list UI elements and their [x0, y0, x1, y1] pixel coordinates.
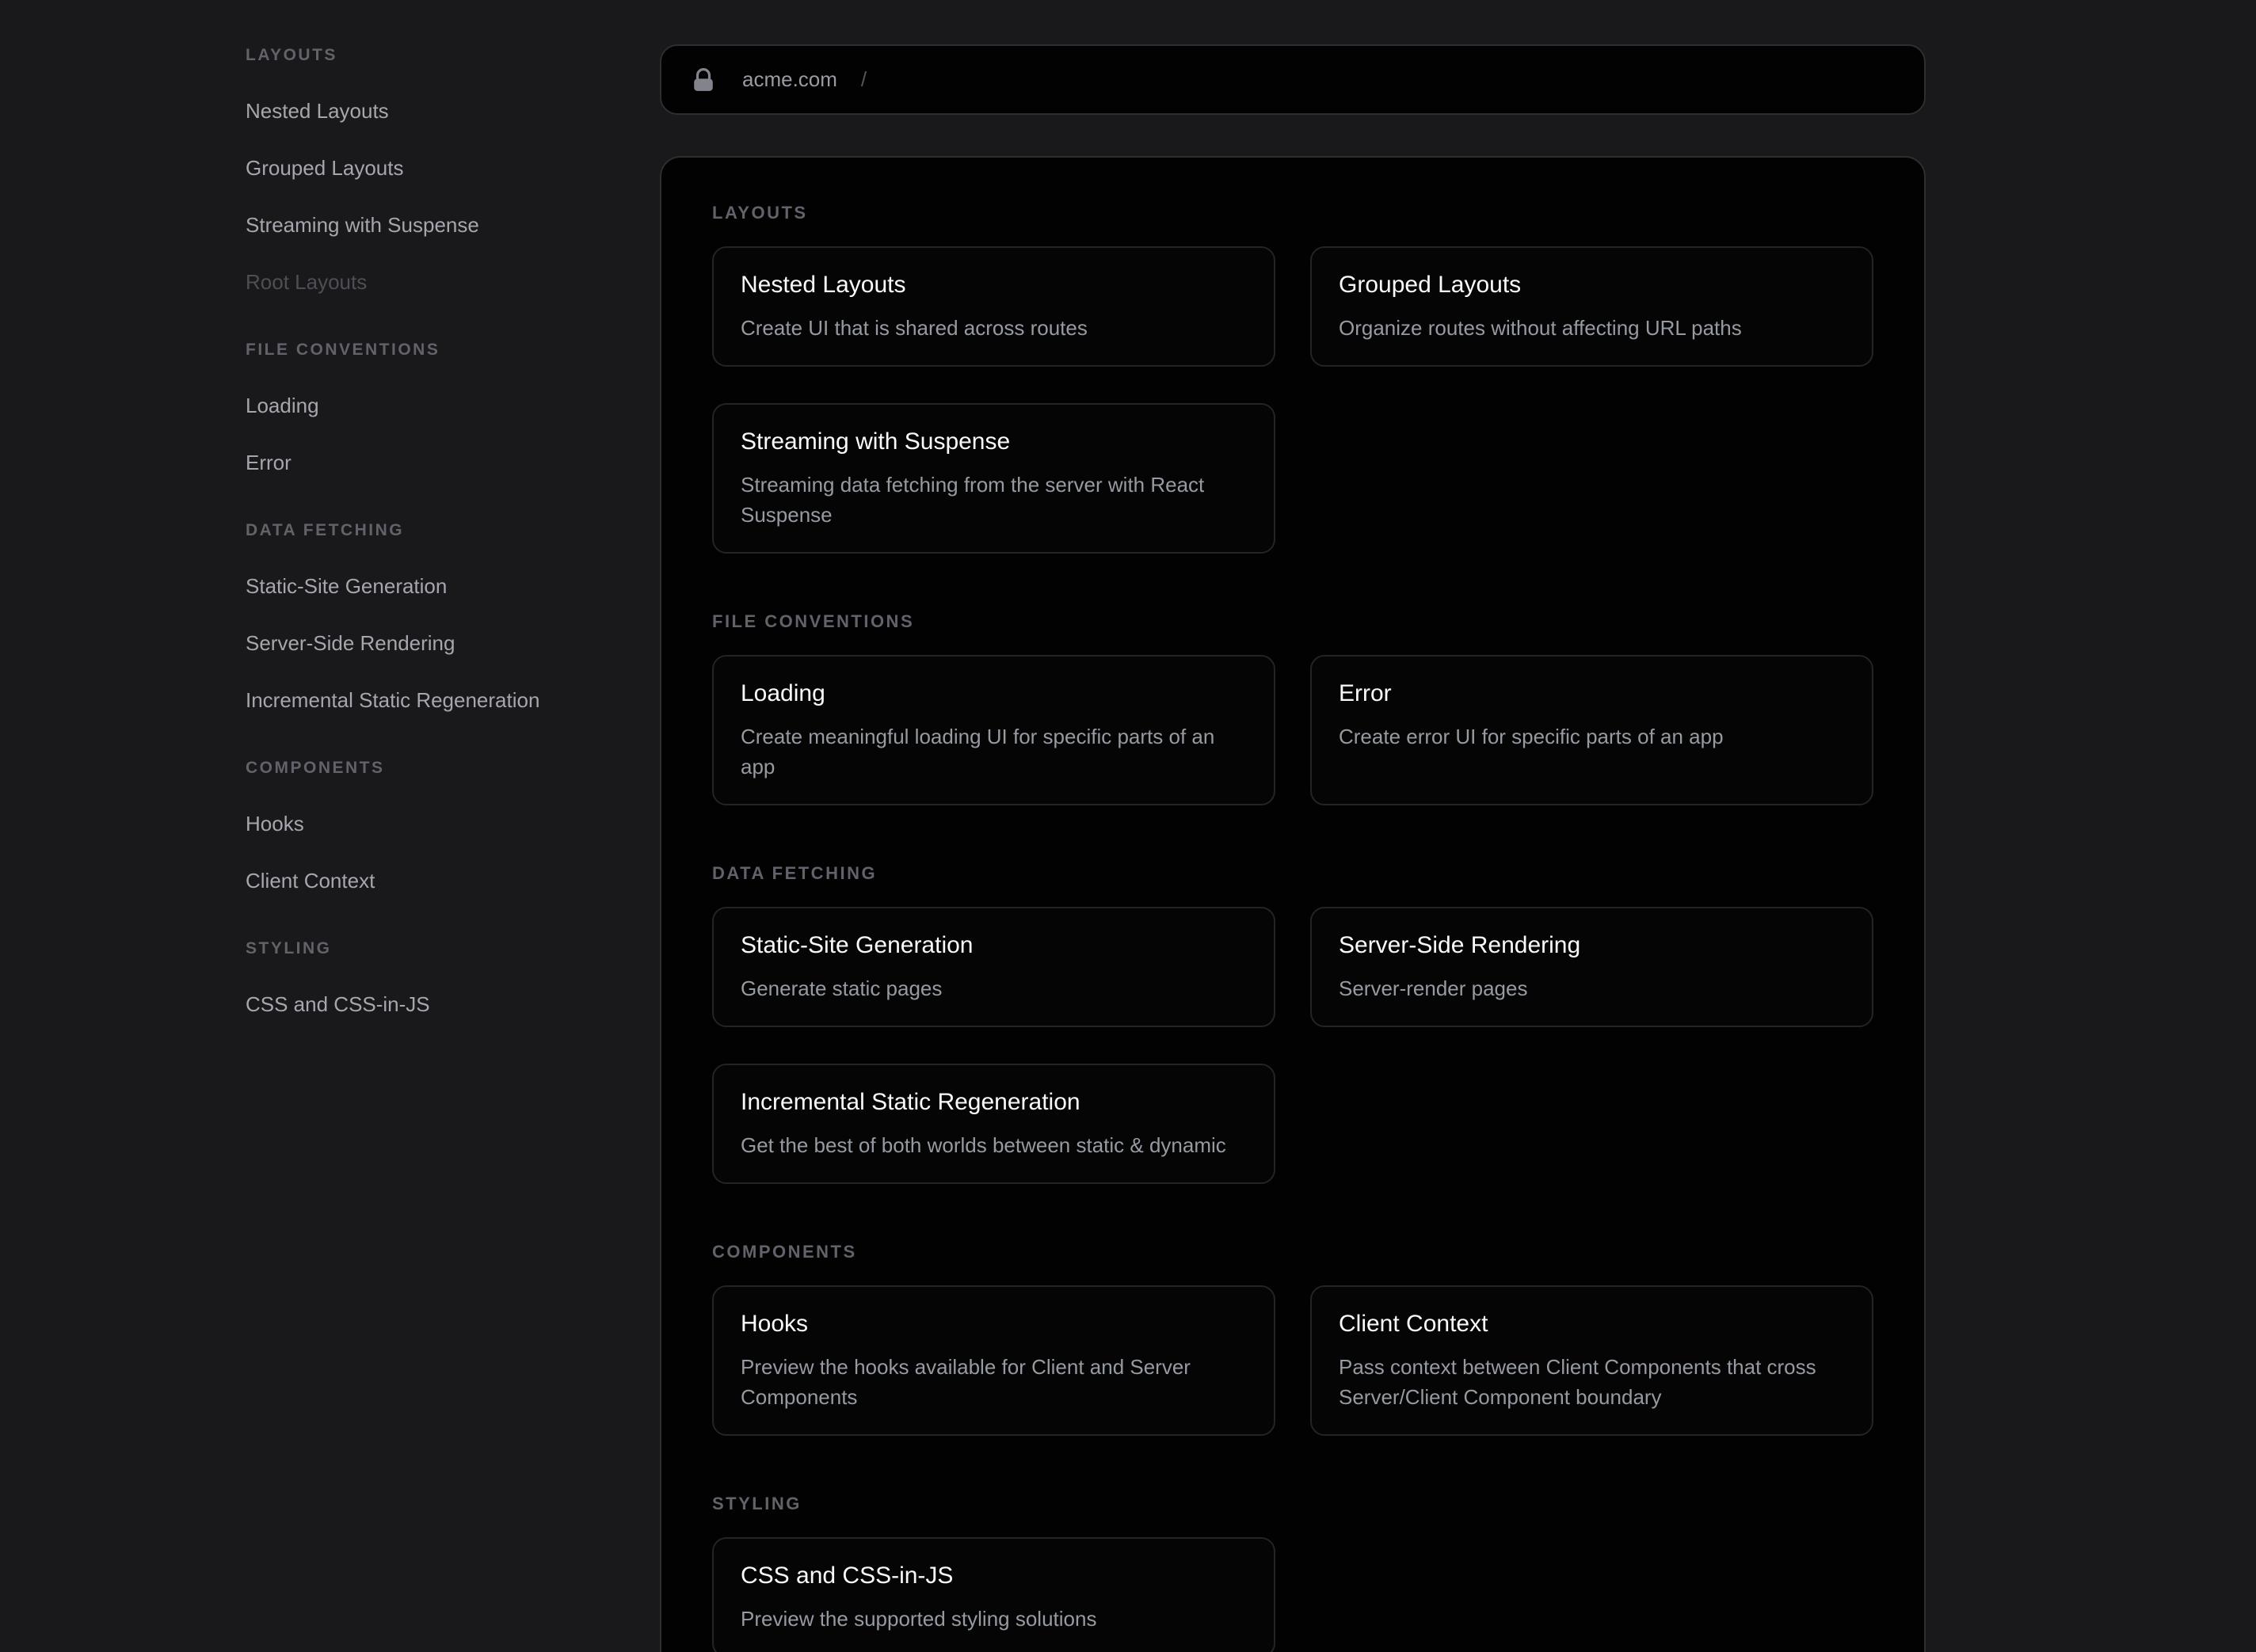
sidebar-section-components: COMPONENTS Hooks Client Context [246, 757, 642, 896]
card-server-side-rendering[interactable]: Server-Side Rendering Server-render page… [1310, 907, 1873, 1027]
card-description: Pass context between Client Components t… [1339, 1352, 1845, 1412]
app-root: LAYOUTS Nested Layouts Grouped Layouts S… [0, 0, 2256, 1652]
card-description: Streaming data fetching from the server … [741, 470, 1247, 530]
section-styling: STYLING CSS and CSS-in-JS Preview the su… [712, 1493, 1873, 1652]
card-title: Client Context [1339, 1309, 1845, 1339]
section-components: COMPONENTS Hooks Preview the hooks avail… [712, 1241, 1873, 1436]
sidebar: LAYOUTS Nested Layouts Grouped Layouts S… [246, 44, 642, 1020]
lock-icon [693, 68, 714, 92]
card-description: Create error UI for specific parts of an… [1339, 721, 1845, 752]
card-title: Streaming with Suspense [741, 427, 1247, 457]
section-heading: STYLING [712, 1493, 1873, 1515]
sidebar-section-heading: COMPONENTS [246, 757, 642, 779]
sidebar-item-grouped-layouts[interactable]: Grouped Layouts [246, 152, 642, 184]
card-description: Create UI that is shared across routes [741, 313, 1247, 343]
card-loading[interactable]: Loading Create meaningful loading UI for… [712, 655, 1275, 805]
card-title: Hooks [741, 1309, 1247, 1339]
sidebar-section-heading: DATA FETCHING [246, 520, 642, 542]
card-description: Create meaningful loading UI for specifi… [741, 721, 1247, 782]
sidebar-item-incremental-static-regeneration[interactable]: Incremental Static Regeneration [246, 684, 642, 716]
sidebar-item-client-context[interactable]: Client Context [246, 865, 642, 896]
section-heading: DATA FETCHING [712, 862, 1873, 885]
sidebar-item-hooks[interactable]: Hooks [246, 808, 642, 839]
card-css-and-css-in-js[interactable]: CSS and CSS-in-JS Preview the supported … [712, 1537, 1275, 1652]
sidebar-item-static-site-generation[interactable]: Static-Site Generation [246, 570, 642, 602]
section-file-conventions: FILE CONVENTIONS Loading Create meaningf… [712, 611, 1873, 805]
sidebar-item-error[interactable]: Error [246, 447, 642, 478]
card-description: Preview the supported styling solutions [741, 1604, 1247, 1634]
card-title: Server-Side Rendering [1339, 931, 1845, 961]
section-heading: FILE CONVENTIONS [712, 611, 1873, 633]
card-title: Nested Layouts [741, 270, 1247, 300]
sidebar-section-data-fetching: DATA FETCHING Static-Site Generation Ser… [246, 520, 642, 716]
card-description: Server-render pages [1339, 973, 1845, 1003]
card-grouped-layouts[interactable]: Grouped Layouts Organize routes without … [1310, 246, 1873, 367]
card-title: Error [1339, 679, 1845, 709]
address-path-separator: / [861, 67, 867, 92]
address-domain: acme.com [742, 67, 837, 92]
card-title: Incremental Static Regeneration [741, 1087, 1247, 1117]
card-title: CSS and CSS-in-JS [741, 1561, 1247, 1591]
sidebar-section-file-conventions: FILE CONVENTIONS Loading Error [246, 339, 642, 478]
section-data-fetching: DATA FETCHING Static-Site Generation Gen… [712, 862, 1873, 1184]
card-incremental-static-regeneration[interactable]: Incremental Static Regeneration Get the … [712, 1064, 1275, 1184]
sidebar-section-heading: FILE CONVENTIONS [246, 339, 642, 361]
card-error[interactable]: Error Create error UI for specific parts… [1310, 655, 1873, 805]
sidebar-item-css-and-css-in-js[interactable]: CSS and CSS-in-JS [246, 988, 642, 1020]
card-grid: Nested Layouts Create UI that is shared … [712, 246, 1873, 554]
section-heading: LAYOUTS [712, 202, 1873, 224]
sidebar-section-styling: STYLING CSS and CSS-in-JS [246, 938, 642, 1020]
sidebar-section-heading: LAYOUTS [246, 44, 642, 67]
card-description: Organize routes without affecting URL pa… [1339, 313, 1845, 343]
sidebar-item-server-side-rendering[interactable]: Server-Side Rendering [246, 627, 642, 659]
card-grid: CSS and CSS-in-JS Preview the supported … [712, 1537, 1873, 1652]
section-heading: COMPONENTS [712, 1241, 1873, 1263]
demo-panel: LAYOUTS Nested Layouts Create UI that is… [660, 156, 1926, 1652]
card-hooks[interactable]: Hooks Preview the hooks available for Cl… [712, 1285, 1275, 1436]
card-grid: Static-Site Generation Generate static p… [712, 907, 1873, 1184]
sidebar-item-nested-layouts[interactable]: Nested Layouts [246, 95, 642, 127]
card-description: Generate static pages [741, 973, 1247, 1003]
section-layouts: LAYOUTS Nested Layouts Create UI that is… [712, 202, 1873, 554]
card-description: Get the best of both worlds between stat… [741, 1130, 1247, 1160]
sidebar-item-loading[interactable]: Loading [246, 390, 642, 421]
sidebar-section-heading: STYLING [246, 938, 642, 960]
sidebar-item-streaming-with-suspense[interactable]: Streaming with Suspense [246, 209, 642, 241]
browser-address-bar: acme.com / [660, 44, 1926, 115]
card-grid: Loading Create meaningful loading UI for… [712, 655, 1873, 805]
card-title: Grouped Layouts [1339, 270, 1845, 300]
sidebar-section-layouts: LAYOUTS Nested Layouts Grouped Layouts S… [246, 44, 642, 298]
card-description: Preview the hooks available for Client a… [741, 1352, 1247, 1412]
card-static-site-generation[interactable]: Static-Site Generation Generate static p… [712, 907, 1275, 1027]
card-nested-layouts[interactable]: Nested Layouts Create UI that is shared … [712, 246, 1275, 367]
card-client-context[interactable]: Client Context Pass context between Clie… [1310, 1285, 1873, 1436]
card-title: Loading [741, 679, 1247, 709]
card-title: Static-Site Generation [741, 931, 1247, 961]
card-grid: Hooks Preview the hooks available for Cl… [712, 1285, 1873, 1436]
sidebar-item-root-layouts: Root Layouts [246, 266, 642, 298]
card-streaming-with-suspense[interactable]: Streaming with Suspense Streaming data f… [712, 403, 1275, 554]
